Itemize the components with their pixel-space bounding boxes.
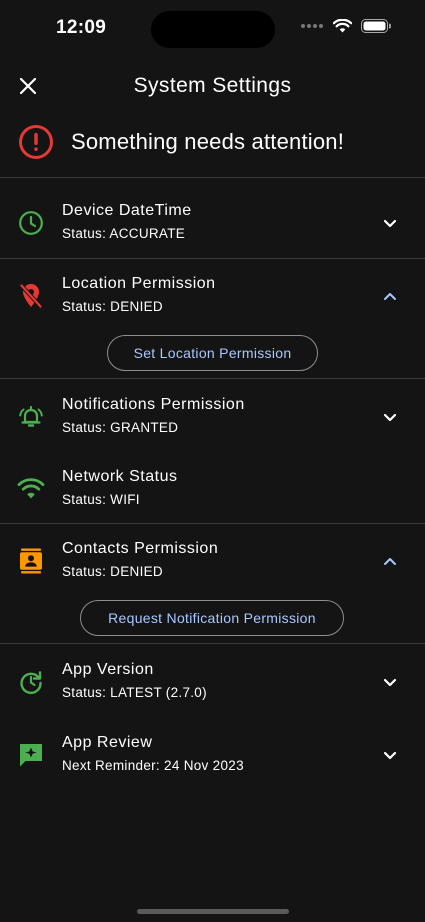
chevron-down-icon: [383, 413, 397, 421]
clock-icon: [19, 211, 43, 235]
expand-button[interactable]: [381, 673, 399, 691]
review-icon: [20, 744, 42, 767]
expand-button[interactable]: [381, 746, 399, 764]
status-time: 12:09: [56, 17, 107, 38]
attention-banner: Something needs attention!: [0, 120, 425, 164]
status-bar: 12:09: [0, 0, 425, 60]
setting-name: Notifications Permission: [62, 396, 245, 413]
attention-text: Something needs attention!: [71, 129, 345, 154]
home-indicator[interactable]: [137, 909, 289, 914]
setting-status: Status: DENIED: [62, 564, 163, 579]
status-icons: [300, 19, 391, 33]
setting-name: Device DateTime: [62, 202, 192, 219]
expand-button[interactable]: [381, 214, 399, 232]
chevron-up-icon: [384, 557, 396, 565]
wifi-icon: [333, 19, 352, 33]
setting-status: Status: ACCURATE: [62, 226, 186, 241]
error-icon: [19, 125, 53, 159]
divider: [0, 177, 425, 178]
setting-status: Status: WIFI: [62, 492, 140, 507]
divider: [0, 643, 425, 644]
expand-button[interactable]: [381, 408, 399, 426]
divider: [0, 523, 425, 524]
setting-status: Next Reminder: 24 Nov 2023: [62, 758, 244, 773]
chevron-down-icon: [383, 678, 397, 686]
setting-name: Contacts Permission: [62, 540, 219, 557]
setting-row-device-datetime[interactable]: Device DateTime Status: ACCURATE: [0, 196, 425, 254]
chevron-up-icon: [384, 292, 396, 300]
location-off-icon: [19, 283, 43, 309]
setting-row-location-permission[interactable]: Location Permission Status: DENIED: [0, 269, 425, 327]
divider: [0, 258, 425, 259]
wifi-icon: [17, 478, 45, 499]
setting-status: Status: LATEST (2.7.0): [62, 685, 207, 700]
dynamic-island: [151, 11, 275, 48]
setting-status: Status: DENIED: [62, 299, 163, 314]
divider: [0, 378, 425, 379]
setting-row-network-status[interactable]: Network Status Status: WIFI: [0, 462, 425, 520]
collapse-button[interactable]: [381, 287, 399, 305]
request-notification-permission-button[interactable]: Request Notification Permission: [80, 600, 344, 636]
contacts-icon: [20, 548, 42, 574]
page-title: System Settings: [133, 74, 292, 97]
set-location-permission-button[interactable]: Set Location Permission: [107, 335, 318, 371]
setting-row-app-review[interactable]: App Review Next Reminder: 24 Nov 2023: [0, 728, 425, 786]
setting-name: Location Permission: [62, 275, 216, 292]
setting-name: App Version: [62, 661, 154, 678]
signal-dots-icon: [301, 24, 323, 28]
update-icon: [20, 671, 42, 695]
app-header: System Settings: [0, 64, 425, 110]
setting-row-contacts-permission[interactable]: Contacts Permission Status: DENIED: [0, 534, 425, 592]
setting-status: Status: GRANTED: [62, 420, 179, 435]
battery-icon: [361, 19, 391, 33]
bell-ringing-icon: [19, 405, 43, 427]
setting-row-app-version[interactable]: App Version Status: LATEST (2.7.0): [0, 655, 425, 713]
setting-row-notifications-permission[interactable]: Notifications Permission Status: GRANTED: [0, 390, 425, 448]
chevron-down-icon: [383, 751, 397, 759]
setting-name: App Review: [62, 734, 153, 751]
setting-name: Network Status: [62, 468, 178, 485]
chevron-down-icon: [383, 219, 397, 227]
collapse-button[interactable]: [381, 552, 399, 570]
